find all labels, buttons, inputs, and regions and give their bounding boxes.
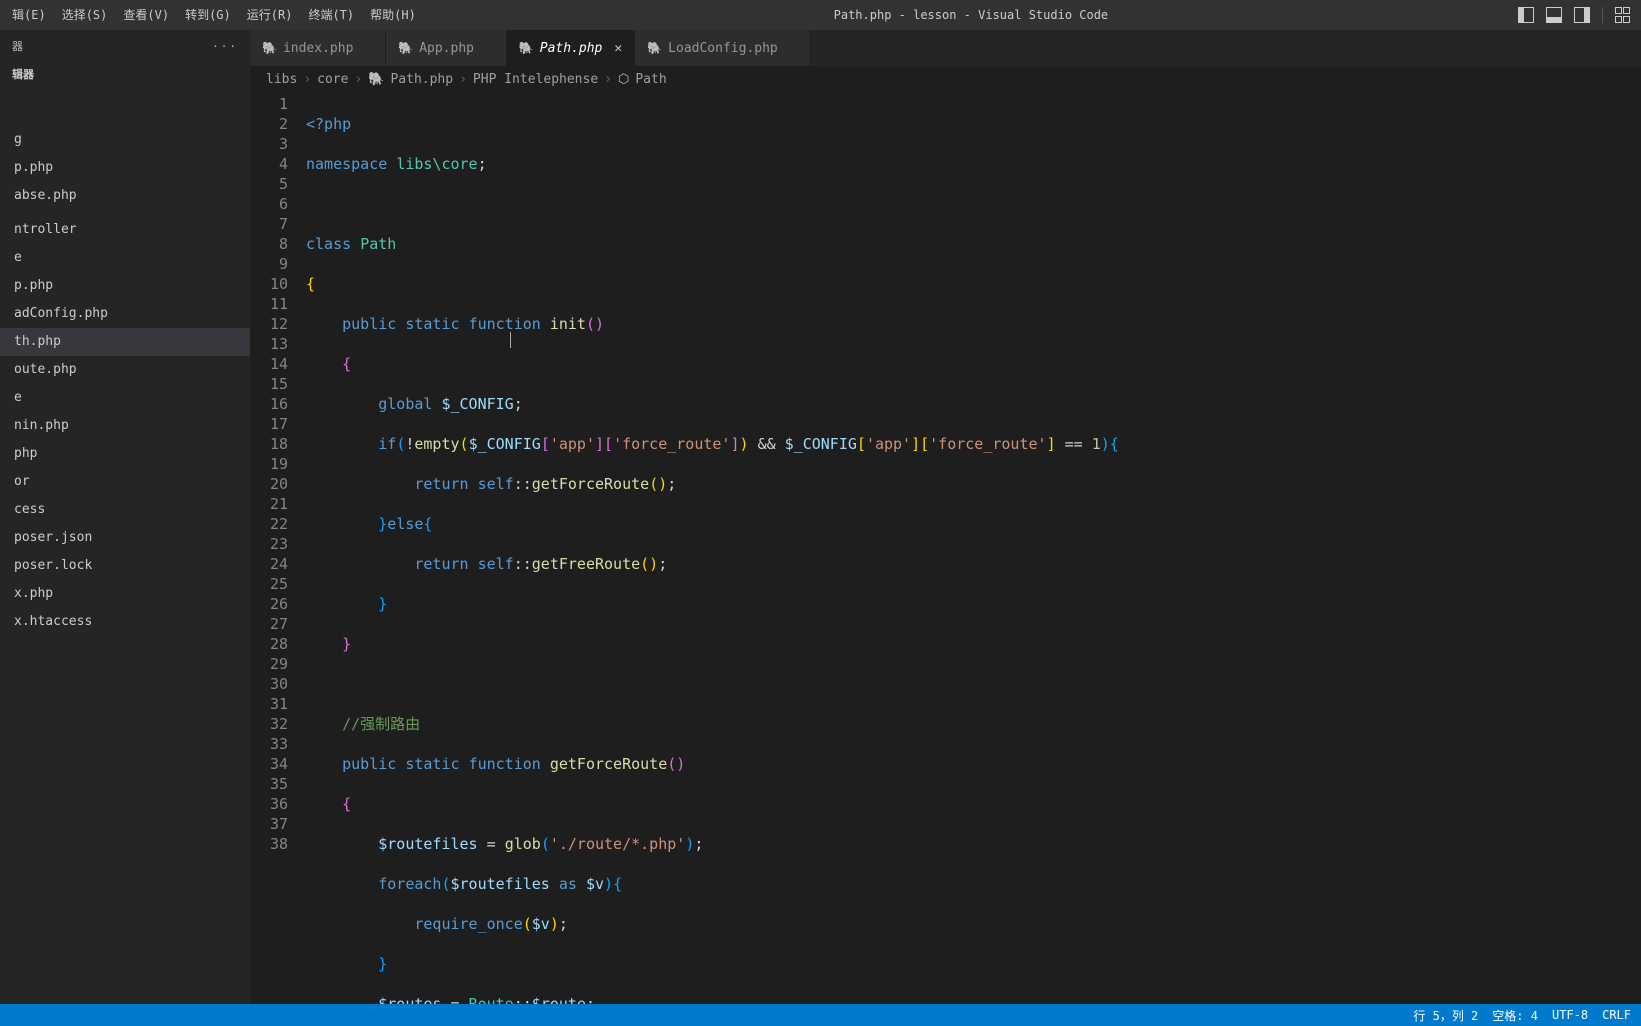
file-tree-item[interactable]: e (0, 384, 250, 412)
status-eol[interactable]: CRLF (1602, 1008, 1631, 1022)
php-icon: 🐘 (519, 41, 534, 55)
chevron-right-icon: › (303, 72, 311, 87)
breadcrumb[interactable]: libs › core › 🐘 Path.php › PHP Intelephe… (250, 66, 1641, 92)
file-tree-item[interactable]: oute.php (0, 356, 250, 384)
editor-tab[interactable]: 🐘index.php✕ (250, 30, 386, 66)
chevron-right-icon: › (354, 72, 362, 87)
tab-label: index.php (283, 41, 353, 56)
breadcrumb-item[interactable]: PHP Intelephense (473, 72, 598, 87)
php-icon: 🐘 (262, 41, 277, 55)
more-icon[interactable]: ··· (212, 40, 238, 53)
tab-label: LoadConfig.php (668, 41, 778, 56)
file-tree-item[interactable]: g (0, 126, 250, 154)
menu-run[interactable]: 运行(R) (239, 0, 301, 30)
menu-view[interactable]: 查看(V) (115, 0, 177, 30)
editor-tab[interactable]: 🐘LoadConfig.php✕ (635, 30, 810, 66)
menu-go[interactable]: 转到(G) (177, 0, 239, 30)
symbol-class-icon: ⬡ (618, 72, 629, 87)
menu-bar: 辑(E) 选择(S) 查看(V) 转到(G) 运行(R) 终端(T) 帮助(H) (0, 0, 424, 30)
sidebar-header: 器 ··· (0, 30, 250, 62)
file-tree-item[interactable]: poser.lock (0, 552, 250, 580)
sidebar-section[interactable]: 辑器 (0, 62, 250, 86)
breadcrumb-item[interactable]: libs (266, 72, 297, 87)
menu-help[interactable]: 帮助(H) (362, 0, 424, 30)
chevron-right-icon: › (459, 72, 467, 87)
file-tree-item[interactable]: e (0, 244, 250, 272)
file-tree-item[interactable]: p.php (0, 154, 250, 182)
titlebar: 辑(E) 选择(S) 查看(V) 转到(G) 运行(R) 终端(T) 帮助(H)… (0, 0, 1641, 30)
file-tree-item[interactable]: adConfig.php (0, 300, 250, 328)
main-area: 器 ··· 辑器 gp.phpabse.phpntrollerep.phpadC… (0, 30, 1641, 1004)
editor-tabs: 🐘index.php✕🐘App.php✕🐘Path.php✕🐘LoadConfi… (250, 30, 1641, 66)
window-title: Path.php - lesson - Visual Studio Code (424, 8, 1518, 22)
sidebar-title: 器 (12, 38, 23, 54)
customize-layout-icon[interactable] (1615, 7, 1631, 23)
file-tree-item[interactable]: nin.php (0, 412, 250, 440)
php-icon: 🐘 (398, 41, 413, 55)
code-editor[interactable]: 1234567891011121314151617181920212223242… (250, 92, 1641, 1004)
sidebar: 器 ··· 辑器 gp.phpabse.phpntrollerep.phpadC… (0, 30, 250, 1004)
toggle-secondary-sidebar-icon[interactable] (1574, 7, 1590, 23)
tab-label: Path.php (540, 41, 603, 56)
code-content[interactable]: <?php namespace libs\core; class Path { … (306, 92, 1641, 1004)
file-tree-item[interactable]: ntroller (0, 216, 250, 244)
editor-area: 🐘index.php✕🐘App.php✕🐘Path.php✕🐘LoadConfi… (250, 30, 1641, 1004)
status-cursor-position[interactable]: 行 5，列 2 (1413, 1007, 1478, 1024)
chevron-right-icon: › (604, 72, 612, 87)
breadcrumb-item[interactable]: Path (635, 72, 666, 87)
status-indentation[interactable]: 空格: 4 (1492, 1007, 1538, 1024)
file-tree-item[interactable]: poser.json (0, 524, 250, 552)
layout-controls (1518, 7, 1641, 23)
menu-select[interactable]: 选择(S) (54, 0, 116, 30)
file-tree-item[interactable]: x.php (0, 580, 250, 608)
menu-edit[interactable]: 辑(E) (4, 0, 54, 30)
breadcrumb-item[interactable]: Path.php (390, 72, 453, 87)
line-numbers: 1234567891011121314151617181920212223242… (250, 92, 306, 1004)
php-icon: 🐘 (647, 41, 662, 55)
file-tree-item[interactable]: or (0, 468, 250, 496)
toggle-panel-icon[interactable] (1546, 7, 1562, 23)
editor-tab[interactable]: 🐘App.php✕ (386, 30, 507, 66)
menu-terminal[interactable]: 终端(T) (300, 0, 362, 30)
tab-label: App.php (419, 41, 474, 56)
file-tree-item[interactable]: x.htaccess (0, 608, 250, 636)
breadcrumb-item[interactable]: core (317, 72, 348, 87)
php-icon: 🐘 (368, 72, 384, 87)
file-tree: gp.phpabse.phpntrollerep.phpadConfig.php… (0, 126, 250, 1004)
file-tree-item[interactable]: cess (0, 496, 250, 524)
divider (1602, 7, 1603, 23)
toggle-sidebar-icon[interactable] (1518, 7, 1534, 23)
file-tree-item[interactable]: php (0, 440, 250, 468)
status-bar: 行 5，列 2 空格: 4 UTF-8 CRLF (0, 1004, 1641, 1026)
file-tree-item[interactable]: p.php (0, 272, 250, 300)
status-encoding[interactable]: UTF-8 (1552, 1008, 1588, 1022)
editor-tab[interactable]: 🐘 Path.php ✕ (507, 30, 635, 66)
file-tree-item[interactable]: abse.php (0, 182, 250, 210)
file-tree-item[interactable]: th.php (0, 328, 250, 356)
close-icon[interactable]: ✕ (614, 41, 622, 56)
